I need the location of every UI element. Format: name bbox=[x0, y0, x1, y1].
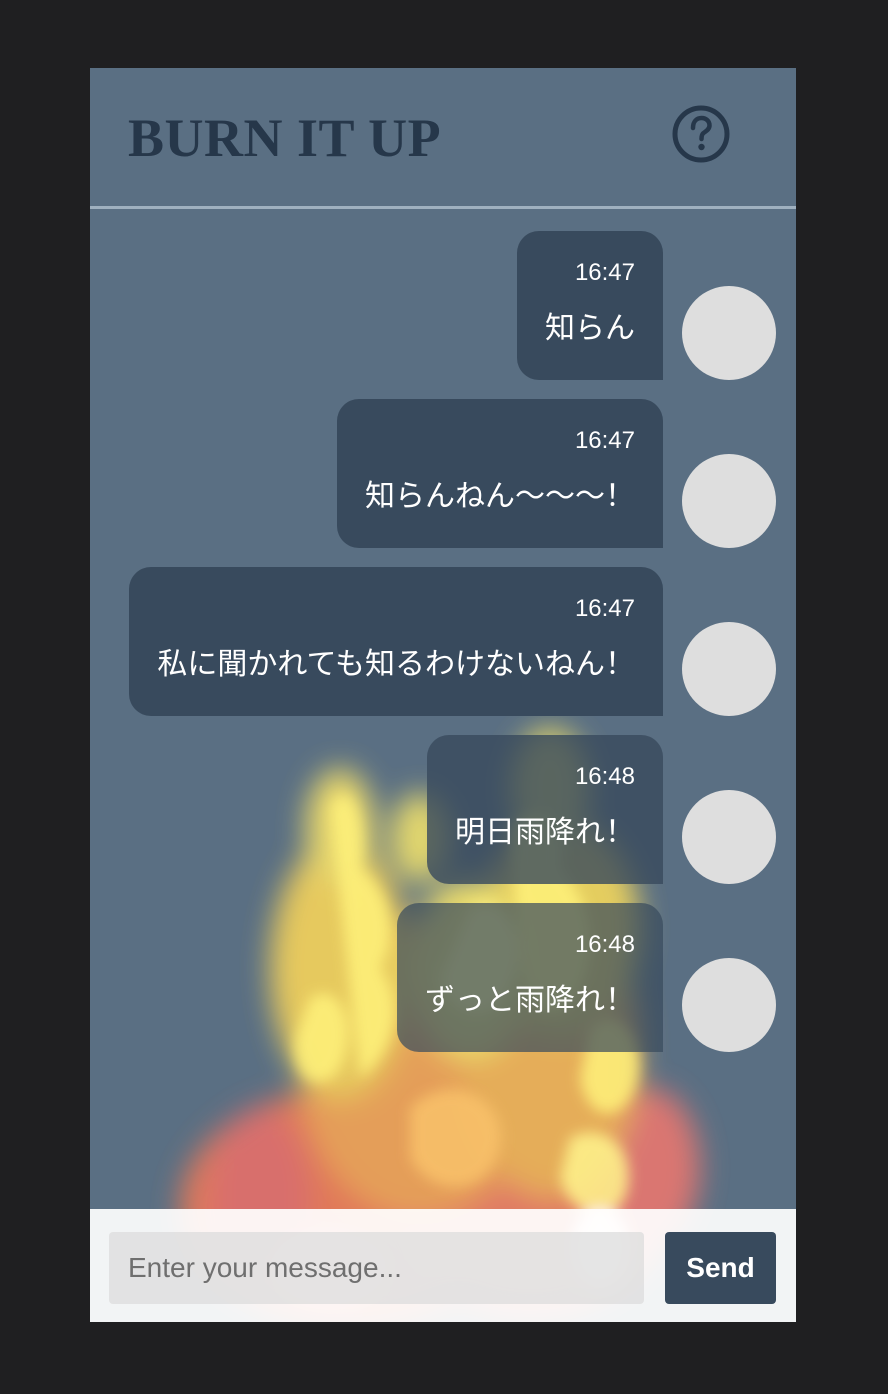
message-bubble: 16:48 ずっと雨降れ！ bbox=[397, 903, 663, 1052]
app-title: BURN IT UP bbox=[128, 108, 442, 168]
message-list: 16:47 知らん 16:47 知らんねん〜〜〜！ 16:47 私に聞かれても知… bbox=[90, 209, 796, 1209]
message-bubble: 16:47 私に聞かれても知るわけないねん！ bbox=[129, 567, 663, 716]
message-text: 知らんねん〜〜〜！ bbox=[365, 480, 635, 513]
message-input[interactable] bbox=[109, 1232, 644, 1304]
message-bubble: 16:48 明日雨降れ！ bbox=[427, 735, 663, 884]
message-text: 明日雨降れ！ bbox=[455, 816, 635, 849]
message-bubble: 16:47 知らん bbox=[517, 231, 663, 380]
message-text: ずっと雨降れ！ bbox=[425, 984, 635, 1017]
message-time: 16:47 bbox=[574, 595, 635, 622]
message-time: 16:47 bbox=[574, 427, 635, 454]
avatar bbox=[682, 622, 776, 716]
message-time: 16:47 bbox=[574, 259, 635, 286]
message-time: 16:48 bbox=[574, 931, 635, 958]
avatar bbox=[682, 454, 776, 548]
app-header: BURN IT UP bbox=[90, 68, 796, 209]
chat-app: BURN IT UP 16:47 知らん 16:47 知らんねん〜〜〜！ 16:… bbox=[90, 68, 796, 1322]
message-text: 知らん bbox=[545, 312, 635, 345]
message-composer: Send bbox=[90, 1209, 796, 1322]
avatar bbox=[682, 286, 776, 380]
avatar bbox=[682, 790, 776, 884]
send-button[interactable]: Send bbox=[665, 1232, 776, 1304]
avatar bbox=[682, 958, 776, 1052]
question-circle-icon bbox=[672, 105, 730, 163]
message-text: 私に聞かれても知るわけないねん！ bbox=[157, 648, 635, 681]
help-button[interactable] bbox=[672, 105, 730, 163]
message-bubble: 16:47 知らんねん〜〜〜！ bbox=[337, 399, 663, 548]
message-time: 16:48 bbox=[574, 763, 635, 790]
